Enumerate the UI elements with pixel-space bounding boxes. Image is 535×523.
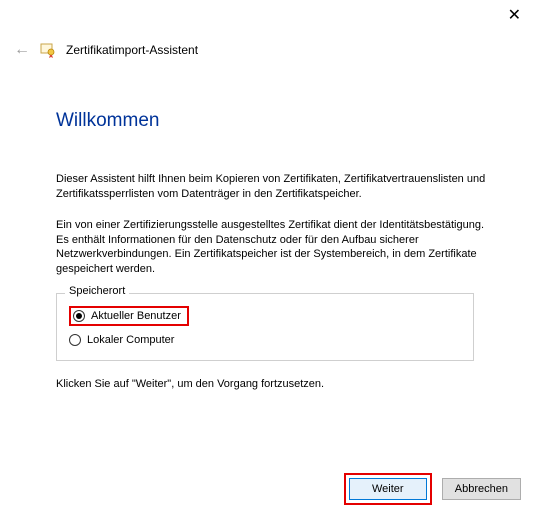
radio-dot-icon [76, 313, 82, 319]
radio-icon [69, 334, 81, 346]
back-arrow-icon[interactable]: ← [14, 42, 30, 58]
radio-local-computer[interactable]: Lokaler Computer [69, 334, 461, 346]
highlight-current-user: Aktueller Benutzer [69, 306, 189, 326]
continue-hint: Klicken Sie auf "Weiter", um den Vorgang… [56, 377, 495, 392]
highlight-next-button: Weiter [344, 473, 432, 505]
wizard-footer: Weiter Abbrechen [344, 473, 521, 505]
cancel-button[interactable]: Abbrechen [442, 478, 521, 500]
intro-paragraph-2: Ein von einer Zertifizierungsstelle ausg… [56, 218, 495, 277]
page-heading: Willkommen [56, 110, 495, 132]
certificate-icon [40, 42, 56, 58]
radio-local-computer-label: Lokaler Computer [87, 334, 174, 346]
radio-current-user-label: Aktueller Benutzer [91, 310, 181, 322]
wizard-content: Willkommen Dieser Assistent hilft Ihnen … [56, 110, 495, 408]
group-legend: Speicherort [65, 285, 129, 297]
next-button[interactable]: Weiter [349, 478, 427, 500]
close-icon[interactable]: ✕ [508, 8, 521, 24]
radio-current-user[interactable]: Aktueller Benutzer [69, 306, 461, 326]
store-location-group: Speicherort Aktueller Benutzer Lokaler C… [56, 293, 474, 361]
intro-paragraph-1: Dieser Assistent hilft Ihnen beim Kopier… [56, 172, 495, 202]
wizard-header: ← Zertifikatimport-Assistent [14, 42, 198, 58]
wizard-title: Zertifikatimport-Assistent [66, 43, 198, 57]
radio-icon [73, 310, 85, 322]
